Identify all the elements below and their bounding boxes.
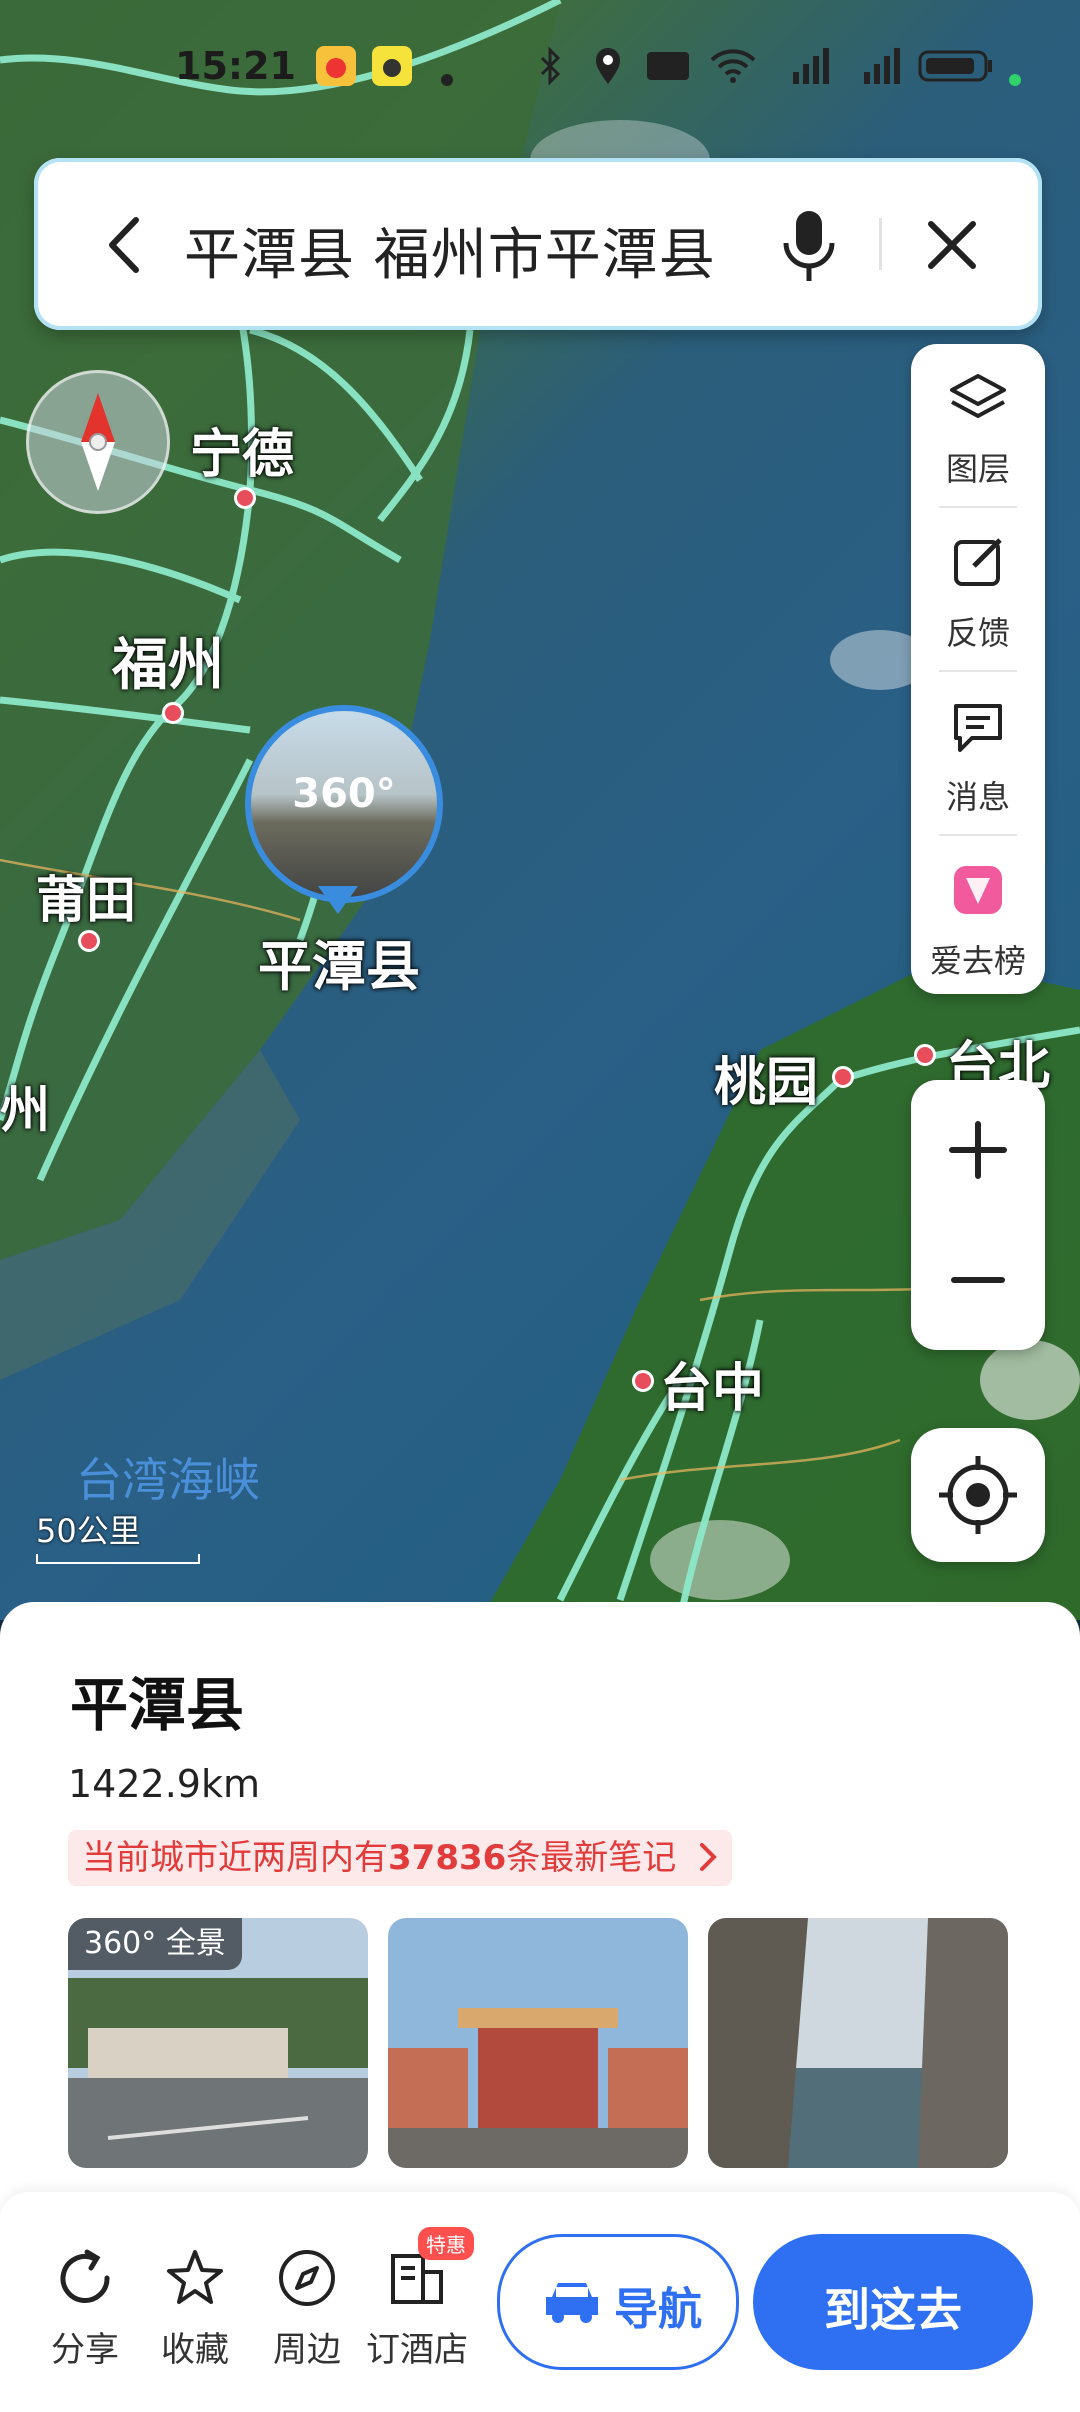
pano-360-label: 360° xyxy=(292,771,396,817)
gate-photo xyxy=(388,1918,688,2168)
chevron-right-icon xyxy=(700,1843,718,1871)
zoom-control xyxy=(911,1080,1045,1350)
star-icon xyxy=(167,2250,223,2304)
nearby-button[interactable]: 周边 xyxy=(252,2246,362,2371)
map-tools-panel: 图层 反馈 消息 爱去榜 xyxy=(911,344,1045,994)
battery-icon xyxy=(918,50,992,82)
close-icon[interactable] xyxy=(917,210,987,280)
feedback-icon xyxy=(954,538,1002,586)
sea-label: 台湾海峡 xyxy=(76,1453,260,1507)
my-location-button[interactable] xyxy=(911,1428,1045,1562)
panorama-tag: 360° 全景 xyxy=(68,1918,242,1970)
plus-icon xyxy=(949,1121,1007,1179)
location-icon xyxy=(596,48,620,84)
share-icon xyxy=(60,2249,110,2303)
hotel-deal-badge: 特惠 xyxy=(418,2227,474,2260)
photo-coast[interactable] xyxy=(708,1918,1008,2168)
scale-bar xyxy=(36,1554,200,1564)
hotel-button[interactable]: 订酒店 xyxy=(362,2246,472,2371)
go-here-label: 到这去 xyxy=(824,2283,962,2337)
hotel-label: 订酒店 xyxy=(366,2330,468,2370)
zoom-in-button[interactable] xyxy=(911,1080,1045,1215)
messages-button[interactable]: 消息 xyxy=(911,672,1045,834)
city-label-taichung: 台中 xyxy=(660,1359,765,1419)
bluetooth-icon xyxy=(540,46,561,86)
city-pin[interactable] xyxy=(632,1370,654,1392)
photo-panorama[interactable]: 360° 全景 xyxy=(68,1918,368,2168)
share-button[interactable]: 分享 xyxy=(30,2246,140,2371)
ranking-button[interactable]: 爱去榜 xyxy=(911,836,1045,998)
favorite-button[interactable]: 收藏 xyxy=(140,2246,250,2371)
share-label: 分享 xyxy=(51,2330,119,2370)
selected-place-label: 平潭县 xyxy=(258,935,420,998)
notes-banner[interactable]: 当前城市近两周内有37836条最新笔记 xyxy=(68,1830,733,1886)
car-icon xyxy=(546,2283,598,2323)
signal-5g-icon xyxy=(864,48,900,84)
navigate-label: 导航 xyxy=(614,2284,702,2335)
ranking-icon xyxy=(954,866,1002,914)
back-icon[interactable] xyxy=(96,210,156,280)
search-input[interactable]: 平潭县 福州市平潭县 xyxy=(184,210,716,291)
city-label-fuzhou: 福州 xyxy=(112,633,224,698)
notes-suffix: 条最新笔记 xyxy=(506,1838,677,1878)
coast-photo xyxy=(708,1918,1008,2168)
wifi-icon xyxy=(710,49,756,83)
status-time: 15:21 xyxy=(175,44,296,88)
nearby-label: 周边 xyxy=(273,2330,341,2370)
layers-button[interactable]: 图层 xyxy=(911,344,1045,506)
locate-icon xyxy=(939,1456,1017,1534)
poi-distance: 1422.9km xyxy=(68,1762,260,1806)
messages-label: 消息 xyxy=(945,778,1010,816)
feedback-button[interactable]: 反馈 xyxy=(911,508,1045,670)
city-pin[interactable] xyxy=(162,702,184,724)
microphone-icon[interactable] xyxy=(774,203,844,289)
layers-icon xyxy=(950,374,1006,418)
search-divider xyxy=(879,218,882,270)
message-icon xyxy=(954,704,1002,752)
scale-label: 50公里 xyxy=(36,1512,141,1550)
city-pin[interactable] xyxy=(914,1044,936,1066)
city-label-putian: 莆田 xyxy=(36,871,136,929)
feedback-label: 反馈 xyxy=(945,614,1010,652)
action-bar: 分享 收藏 周边 订酒店 特惠 导航 到这去 xyxy=(0,2192,1080,2412)
city-pin[interactable] xyxy=(832,1066,854,1088)
poi-title: 平潭县 xyxy=(70,1671,245,1739)
compass-button[interactable] xyxy=(26,370,170,514)
hd-icon xyxy=(647,52,689,80)
navigate-button[interactable]: 导航 xyxy=(497,2234,739,2370)
zoom-out-button[interactable] xyxy=(911,1215,1045,1350)
notification-dot-icon xyxy=(441,74,453,86)
layers-label: 图层 xyxy=(945,450,1010,488)
city-pin[interactable] xyxy=(78,930,100,952)
weibo-app-icon xyxy=(316,46,356,86)
status-bar: 15:21 xyxy=(0,0,1080,140)
marker-pointer-icon xyxy=(318,886,358,914)
compass-icon xyxy=(81,393,115,491)
city-label-partial: 州 xyxy=(0,1081,50,1139)
map-scale: 50公里 xyxy=(36,1506,200,1564)
pano-tag-360: 360° xyxy=(84,1926,157,1961)
minus-icon xyxy=(951,1277,1005,1283)
city-label-taoyuan: 桃园 xyxy=(714,1053,819,1113)
search-bar[interactable]: 平潭县 福州市平潭县 xyxy=(34,158,1042,330)
photo-gate[interactable] xyxy=(388,1918,688,2168)
city-label-ningde: 宁德 xyxy=(190,425,295,485)
compass-nearby-icon xyxy=(279,2250,335,2306)
app-notification-icon xyxy=(372,46,412,86)
privacy-indicator-icon xyxy=(1009,74,1021,86)
signal-5g-icon xyxy=(793,48,829,84)
notes-prefix: 当前城市近两周内有 xyxy=(82,1838,388,1878)
go-here-button[interactable]: 到这去 xyxy=(753,2234,1033,2370)
pano-tag-label: 全景 xyxy=(165,1926,226,1961)
pano-marker[interactable]: 360° xyxy=(245,705,443,903)
notes-count: 37836 xyxy=(388,1838,507,1878)
ranking-label: 爱去榜 xyxy=(929,942,1026,980)
city-pin[interactable] xyxy=(234,487,256,509)
favorite-label: 收藏 xyxy=(161,2330,229,2370)
